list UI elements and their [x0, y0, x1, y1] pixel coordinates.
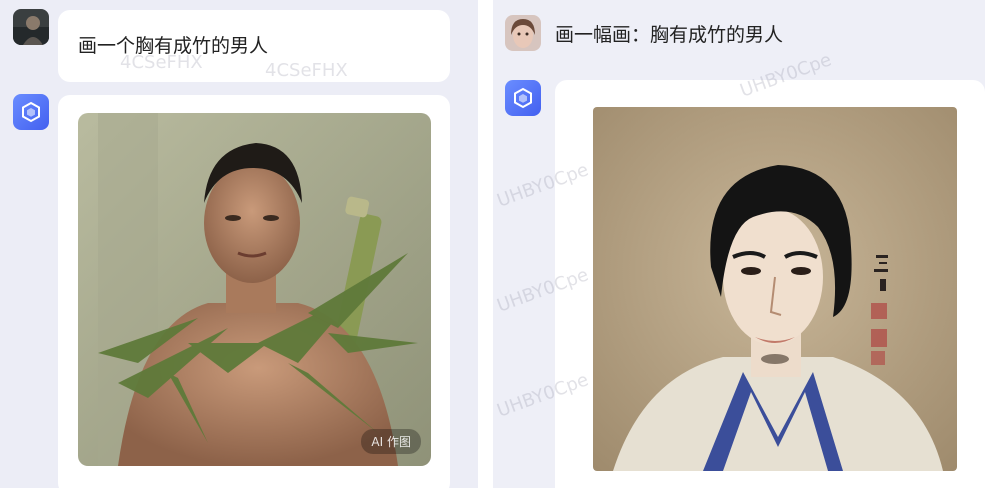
- chat-panel-left: 画一个胸有成竹的男人 AI 作图 4CSeFHX 4CSeFHX: [0, 0, 478, 488]
- cube-logo-icon: [514, 87, 532, 109]
- ai-generated-badge: AI 作图: [361, 429, 421, 454]
- bot-avatar[interactable]: [13, 94, 49, 130]
- user-message-bubble: 画一个胸有成竹的男人: [58, 10, 450, 82]
- panel-divider: [478, 0, 493, 488]
- portrait-image-icon: [78, 113, 431, 466]
- cube-logo-icon: [22, 101, 40, 123]
- portrait-image-icon: [593, 107, 957, 471]
- user-avatar-photo-icon: [13, 9, 49, 45]
- generated-image-bamboo-man[interactable]: AI 作图: [78, 113, 431, 466]
- user-prompt-text: 画一幅画：胸有成竹的男人: [555, 24, 784, 46]
- generated-image-ink-portrait[interactable]: [593, 107, 957, 471]
- user-avatar[interactable]: [13, 9, 49, 45]
- user-prompt-text: 画一个胸有成竹的男人: [78, 34, 269, 57]
- bot-avatar[interactable]: [505, 80, 541, 116]
- user-message: 画一幅画：胸有成竹的男人: [555, 26, 783, 45]
- user-avatar-photo-icon: [505, 15, 541, 51]
- user-avatar[interactable]: [505, 15, 541, 51]
- chat-panel-right: 画一幅画：胸有成竹的男人 UHBY0Cpe UHBY0Cpe UHBY0Cpe …: [493, 0, 985, 488]
